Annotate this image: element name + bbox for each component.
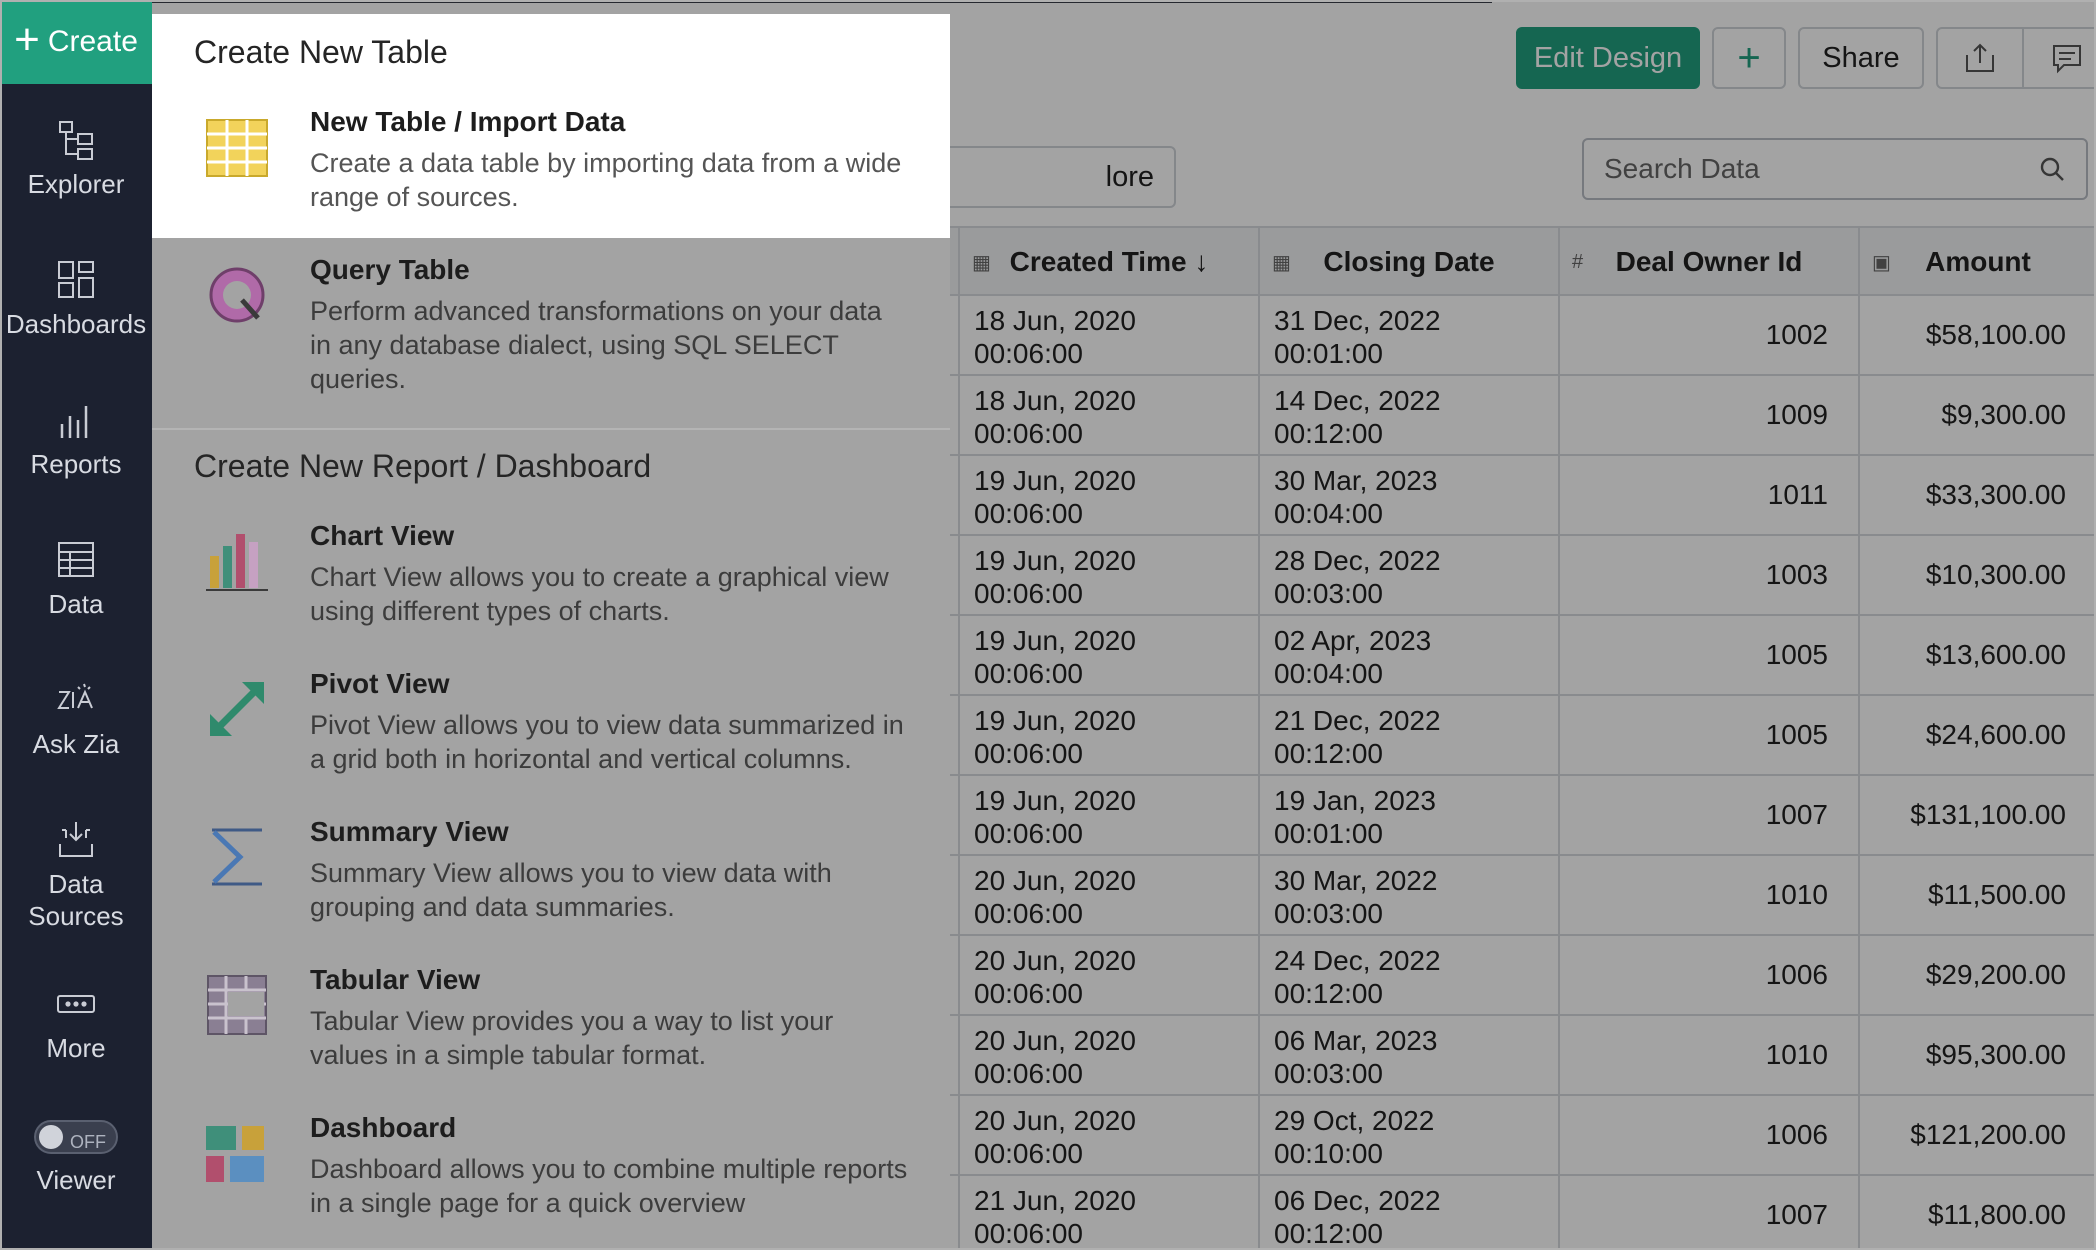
option-title: Dashboard xyxy=(310,1112,457,1143)
option-desc: Perform advanced transformations on your… xyxy=(310,296,882,394)
sidebar-item-label: Ask Zia xyxy=(32,729,120,759)
dashboards-icon xyxy=(58,261,94,298)
option-desc: Tabular View provides you a way to list … xyxy=(310,1006,834,1070)
sidebar-item-dashboards[interactable]: Dashboards xyxy=(0,258,152,340)
sigma-icon xyxy=(212,828,262,886)
sidebar-item-data[interactable]: Data xyxy=(0,538,152,620)
sidebar-item-label: More xyxy=(46,1033,106,1063)
sidebar-item-label: Data xyxy=(48,869,104,899)
bar-chart-icon xyxy=(206,534,268,591)
query-icon xyxy=(209,267,265,323)
explorer-icon xyxy=(59,121,93,160)
toggle-knob xyxy=(39,1125,63,1149)
option-desc: Chart View allows you to create a graphi… xyxy=(310,562,889,626)
option-title: Chart View xyxy=(310,520,455,551)
create-label: Create xyxy=(47,25,138,58)
option-title: Query Table xyxy=(310,254,470,285)
option-title: Summary View xyxy=(310,816,509,847)
table-grid-icon xyxy=(206,119,268,177)
option-title: Tabular View xyxy=(310,964,481,995)
sidebar-item-label: Explorer xyxy=(27,169,125,199)
section-divider xyxy=(152,428,950,430)
create-dropdown-panel: Create New Table New Table / Import Data… xyxy=(152,14,950,1250)
option-desc: Dashboard allows you to combine multiple… xyxy=(310,1154,908,1218)
sidebar-item-label-2: Sources xyxy=(28,901,124,931)
viewer-label: Viewer xyxy=(36,1165,116,1195)
section-title-new-table: Create New Table xyxy=(194,34,448,70)
ask-zia-icon xyxy=(57,683,93,709)
sidebar-item-data-sources[interactable]: Data Sources xyxy=(0,818,152,932)
sidebar-item-reports[interactable]: Reports xyxy=(0,398,152,480)
create-button[interactable]: + Create xyxy=(0,0,152,84)
sidebar-item-ask-zia[interactable]: Ask Zia xyxy=(0,678,152,760)
pivot-arrows-icon xyxy=(210,682,264,736)
sidebar-item-label: Data xyxy=(48,589,104,619)
sidebar-item-label: Dashboards xyxy=(5,309,147,339)
data-sources-icon xyxy=(59,822,93,857)
option-desc: Create a data table by importing data fr… xyxy=(310,148,902,212)
reports-icon xyxy=(60,406,88,438)
tabular-icon xyxy=(207,975,267,1035)
viewer-toggle-group[interactable]: OFF Viewer xyxy=(0,1120,152,1196)
data-icon xyxy=(58,542,94,577)
option-title: New Table / Import Data xyxy=(310,106,626,137)
plus-icon: + xyxy=(14,15,40,64)
sidebar-item-more[interactable]: More xyxy=(0,982,152,1064)
option-desc: Pivot View allows you to view data summa… xyxy=(310,710,904,774)
option-title: Pivot View xyxy=(310,668,450,699)
sidebar-item-label: Reports xyxy=(30,449,122,479)
more-icon xyxy=(57,995,95,1013)
left-sidebar: + Create Explorer Dashboards Reports Dat… xyxy=(0,0,152,1250)
sidebar-item-explorer[interactable]: Explorer xyxy=(0,118,152,200)
dashboard-tiles-icon xyxy=(206,1126,264,1182)
viewer-toggle[interactable]: OFF xyxy=(34,1120,118,1154)
section-title-report-dashboard: Create New Report / Dashboard xyxy=(194,448,652,484)
option-desc: Summary View allows you to view data wit… xyxy=(310,858,832,922)
toggle-state: OFF xyxy=(70,1132,106,1152)
